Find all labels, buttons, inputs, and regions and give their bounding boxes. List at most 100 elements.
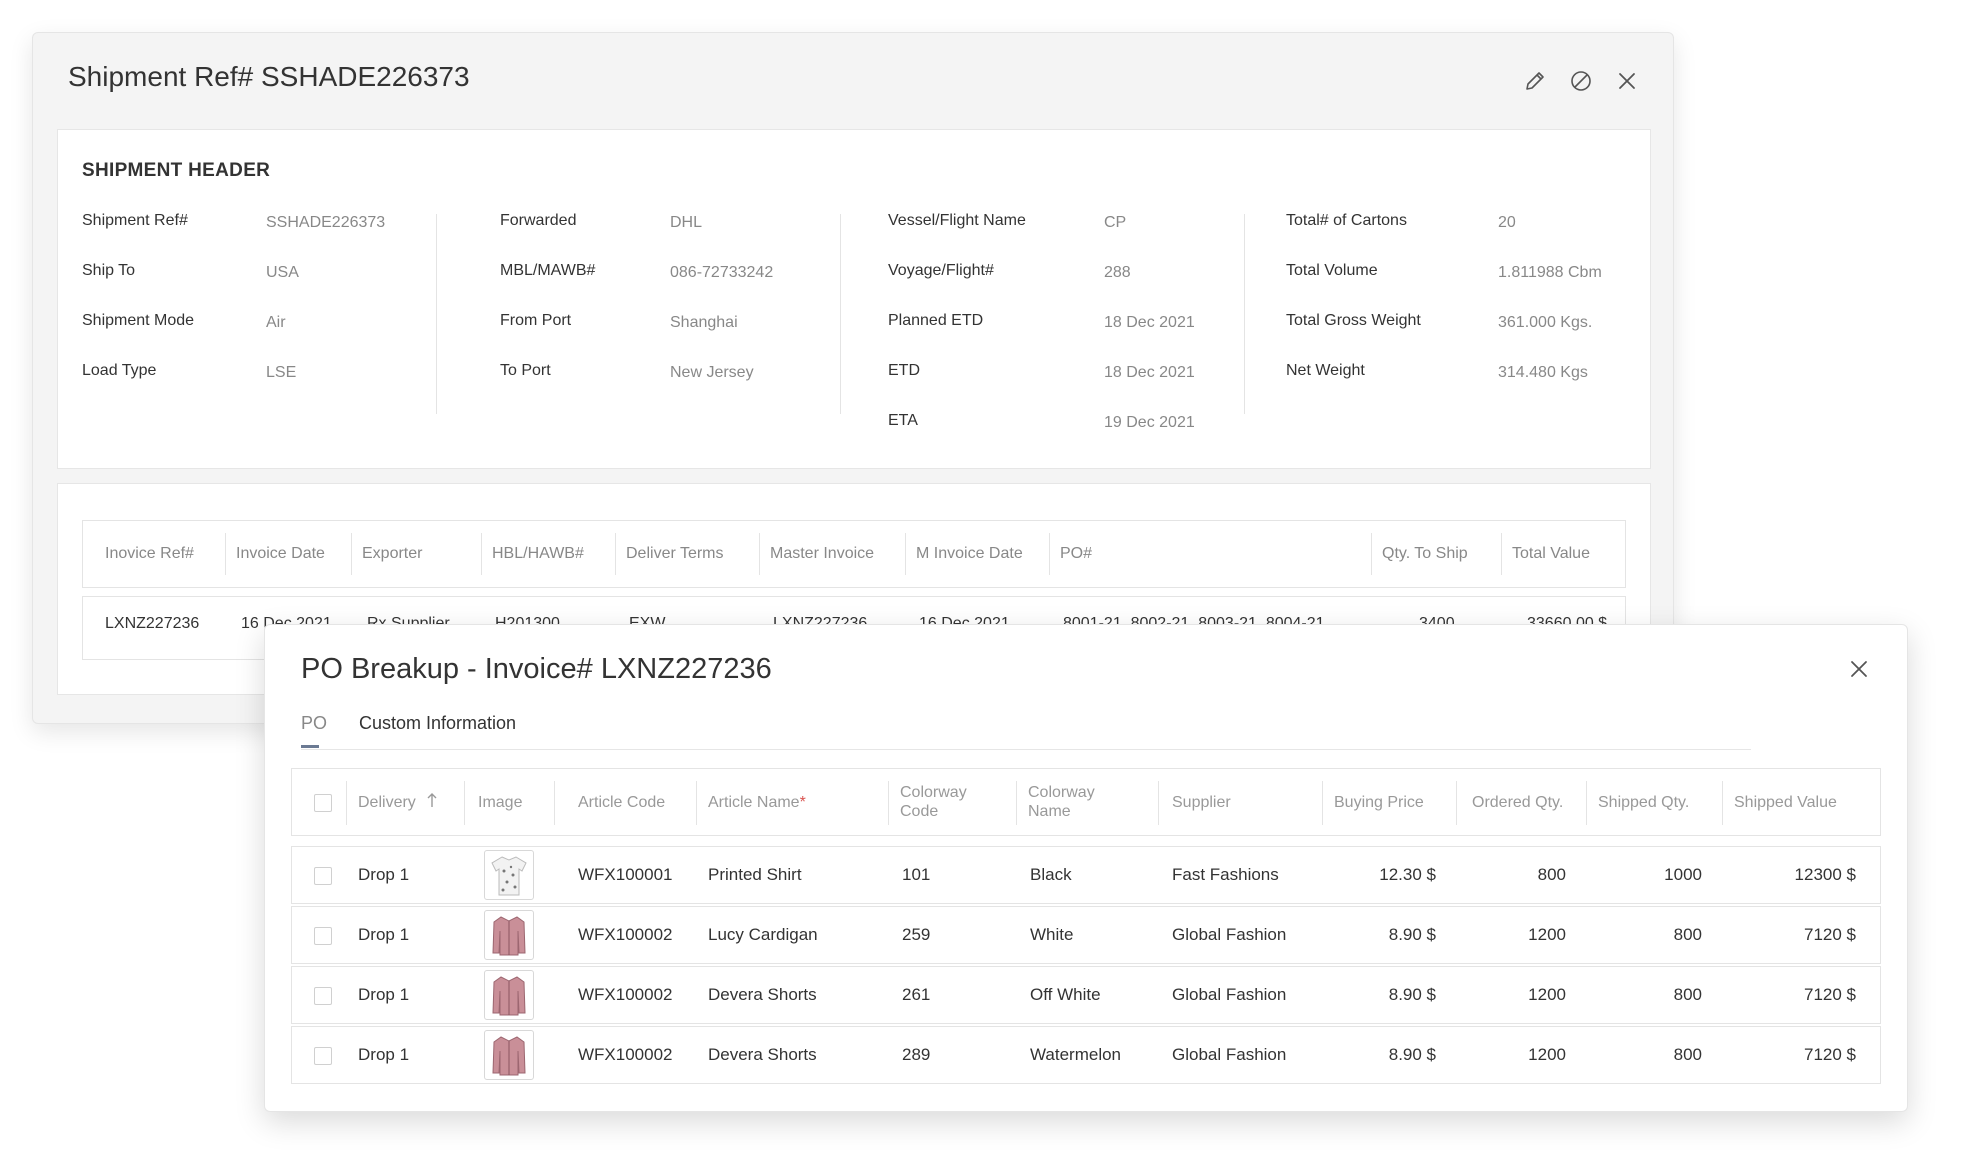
field-value: 288 bbox=[1104, 264, 1131, 281]
row-checkbox[interactable] bbox=[314, 1047, 332, 1065]
row-checkbox[interactable] bbox=[314, 927, 332, 945]
product-thumbnail[interactable] bbox=[484, 910, 534, 960]
column-divider bbox=[1322, 781, 1323, 825]
field-label: Ship To bbox=[82, 262, 136, 279]
shipment-header-title: SHIPMENT HEADER bbox=[82, 160, 271, 181]
cell-colorway-code: 261 bbox=[902, 985, 931, 1004]
field-value: 18 Dec 2021 bbox=[1104, 364, 1195, 381]
field-value: 361.000 Kgs. bbox=[1498, 314, 1593, 331]
field-label: Load Type bbox=[82, 362, 157, 379]
close-icon bbox=[1851, 661, 1867, 677]
shirt-icon bbox=[491, 856, 527, 896]
po-table-header: Delivery Image Article Code Article Name… bbox=[291, 768, 1881, 836]
cell-shipped-qty: 800 bbox=[1673, 925, 1702, 944]
product-thumbnail[interactable] bbox=[484, 850, 534, 900]
column-header-shipped-qty[interactable]: Shipped Qty. bbox=[1598, 769, 1689, 835]
field-label: ETA bbox=[888, 412, 918, 429]
column-header-article-code[interactable]: Article Code bbox=[578, 769, 665, 835]
table-row[interactable]: Drop 1 WFX100002 Devera Shorts 261 Off W… bbox=[291, 966, 1881, 1024]
column-header-line: Colorway bbox=[1028, 784, 1095, 801]
column-header-ordered-qty[interactable]: Ordered Qty. bbox=[1472, 769, 1563, 835]
tab-po[interactable]: PO bbox=[301, 713, 327, 748]
field-value: CP bbox=[1104, 214, 1127, 231]
invoice-column-header[interactable]: Qty. To Ship bbox=[1371, 533, 1468, 575]
column-divider bbox=[1158, 781, 1159, 825]
column-divider bbox=[1456, 781, 1457, 825]
close-shipment-button[interactable] bbox=[1613, 67, 1641, 95]
cell-colorway-name: White bbox=[1030, 925, 1074, 944]
cell-colorway-name: Off White bbox=[1030, 985, 1101, 1004]
column-header-delivery[interactable]: Delivery bbox=[358, 769, 438, 835]
column-header-line: Code bbox=[900, 803, 939, 820]
table-row[interactable]: Drop 1 WFX100002 Devera Shorts 289 Water… bbox=[291, 1026, 1881, 1084]
cell-buying-price: 8.90 $ bbox=[1388, 1045, 1436, 1064]
field-label: Voyage/Flight# bbox=[888, 262, 994, 279]
tab-custom-information[interactable]: Custom Information bbox=[359, 713, 516, 734]
invoice-column-header[interactable]: PO# bbox=[1049, 533, 1092, 575]
required-marker: * bbox=[799, 793, 806, 811]
field-value: SSHADE226373 bbox=[266, 214, 386, 231]
invoice-column-header[interactable]: Total Value bbox=[1501, 533, 1590, 575]
cell-shipped-value: 12300 $ bbox=[1794, 865, 1856, 884]
column-divider bbox=[554, 781, 555, 825]
cardigan-icon bbox=[492, 1036, 526, 1076]
close-icon bbox=[1619, 73, 1635, 89]
ban-icon bbox=[1571, 71, 1591, 91]
column-divider bbox=[840, 214, 841, 414]
arrow-up-icon[interactable] bbox=[426, 792, 438, 813]
column-divider bbox=[1586, 781, 1587, 825]
product-thumbnail[interactable] bbox=[484, 1030, 534, 1080]
invoice-column-header[interactable]: M Invoice Date bbox=[905, 533, 1023, 575]
column-divider bbox=[1722, 781, 1723, 825]
cardigan-icon bbox=[492, 916, 526, 956]
column-header-colorway-code[interactable]: Colorway Code bbox=[900, 769, 967, 835]
cell-ordered-qty: 1200 bbox=[1528, 985, 1566, 1004]
field-value: New Jersey bbox=[670, 364, 754, 381]
field-label: Planned ETD bbox=[888, 312, 984, 329]
field-label: Forwarded bbox=[500, 212, 577, 229]
invoice-column-header[interactable]: Master Invoice bbox=[759, 533, 874, 575]
cell-buying-price: 8.90 $ bbox=[1388, 985, 1436, 1004]
column-header-shipped-value[interactable]: Shipped Value bbox=[1734, 769, 1837, 835]
row-checkbox[interactable] bbox=[314, 987, 332, 1005]
field-value: 19 Dec 2021 bbox=[1104, 414, 1195, 431]
po-breakup-title: PO Breakup - Invoice# LXNZ227236 bbox=[301, 653, 772, 685]
invoice-column-header[interactable]: Invoice Date bbox=[225, 533, 325, 575]
invoice-column-header[interactable]: HBL/HAWB# bbox=[481, 533, 584, 575]
field-label: To Port bbox=[500, 362, 551, 379]
column-header-article-name[interactable]: Article Name * bbox=[708, 769, 806, 835]
field-label: ETD bbox=[888, 362, 920, 379]
row-checkbox[interactable] bbox=[314, 867, 332, 885]
column-divider bbox=[696, 781, 697, 825]
field-value: 1.811988 Cbm bbox=[1498, 264, 1602, 281]
cell-article-code: WFX100002 bbox=[578, 985, 673, 1004]
field-label: From Port bbox=[500, 312, 572, 329]
cell-article-name: Printed Shirt bbox=[708, 865, 802, 884]
column-header-buying-price[interactable]: Buying Price bbox=[1334, 769, 1424, 835]
edit-button[interactable] bbox=[1521, 67, 1549, 95]
table-row[interactable]: Drop 1 WFX100002 Lucy Cardigan 259 White… bbox=[291, 906, 1881, 964]
cell-article-name: Devera Shorts bbox=[708, 985, 817, 1004]
close-po-breakup-button[interactable] bbox=[1845, 655, 1873, 683]
cell-article-name: Devera Shorts bbox=[708, 1045, 817, 1064]
column-header-image[interactable]: Image bbox=[478, 769, 522, 835]
column-header-colorway-name[interactable]: Colorway Name bbox=[1028, 769, 1095, 835]
field-label: Total# of Cartons bbox=[1286, 212, 1407, 229]
select-all-checkbox[interactable] bbox=[314, 794, 332, 812]
cell-colorway-name: Black bbox=[1030, 865, 1072, 884]
field-value: 20 bbox=[1498, 214, 1516, 231]
field-value: USA bbox=[266, 264, 299, 281]
invoice-column-header[interactable]: Exporter bbox=[351, 533, 422, 575]
table-row[interactable]: Drop 1 WFX100001 Printed Shirt 101 Black… bbox=[291, 846, 1881, 904]
cell-article-name: Lucy Cardigan bbox=[708, 925, 818, 944]
pencil-icon bbox=[1526, 72, 1544, 90]
column-header-supplier[interactable]: Supplier bbox=[1172, 769, 1231, 835]
cell-buying-price: 8.90 $ bbox=[1388, 925, 1436, 944]
invoice-column-header[interactable]: Inovice Ref# bbox=[95, 521, 194, 587]
invoice-column-header[interactable]: Deliver Terms bbox=[615, 533, 724, 575]
cell-shipped-qty: 800 bbox=[1673, 985, 1702, 1004]
cancel-shipment-button[interactable] bbox=[1567, 67, 1595, 95]
product-thumbnail[interactable] bbox=[484, 970, 534, 1020]
column-divider bbox=[888, 781, 889, 825]
invoice-cell: LXNZ227236 bbox=[105, 615, 200, 632]
